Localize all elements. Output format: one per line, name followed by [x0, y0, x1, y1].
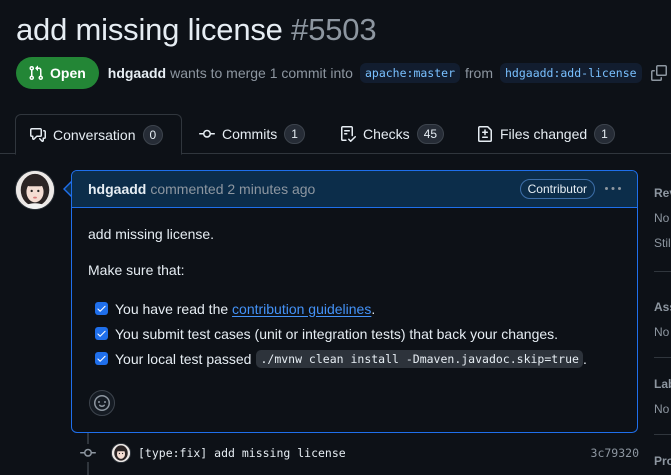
- tab-checks[interactable]: Checks 45: [326, 114, 458, 154]
- sidebar-projects-heading[interactable]: Pro: [654, 454, 671, 468]
- pr-title-text: add missing license: [16, 12, 283, 47]
- task-checkbox[interactable]: [95, 352, 108, 365]
- comment-author-link[interactable]: hdgaadd: [88, 181, 146, 197]
- sidebar-labels-heading[interactable]: Lab: [654, 377, 671, 391]
- contribution-guidelines-link[interactable]: contribution guidelines: [232, 301, 371, 317]
- pr-author-link[interactable]: hdgaadd: [108, 65, 166, 81]
- sidebar-divider: [654, 271, 671, 272]
- task-item: You have read the contribution guideline…: [88, 296, 621, 321]
- tab-commits[interactable]: Commits 1: [185, 114, 319, 154]
- file-diff-icon: [477, 126, 493, 142]
- sidebar-assignees-heading[interactable]: Ass: [654, 300, 671, 314]
- sidebar-divider: [654, 434, 671, 435]
- comment-discussion-icon: [30, 127, 46, 143]
- git-pull-request-icon: [28, 65, 44, 81]
- tab-label: Checks: [363, 126, 410, 142]
- merge-text: wants to merge 1 commit into: [170, 65, 353, 81]
- comment-timestamp[interactable]: commented 2 minutes ago: [150, 181, 315, 197]
- tab-counter: 0: [142, 124, 164, 145]
- tab-conversation[interactable]: Conversation 0: [15, 114, 182, 155]
- tab-counter: 1: [594, 124, 615, 144]
- task-text: Your local test passed: [115, 350, 252, 367]
- commit-message-link[interactable]: [type:fix] add missing license: [138, 446, 346, 460]
- git-commit-icon: [79, 444, 97, 462]
- sidebar-divider: [654, 357, 671, 358]
- commit-sha-link[interactable]: 3c79320: [591, 446, 639, 460]
- comment-make-sure: Make sure that:: [88, 262, 185, 278]
- comment-intro: add missing license.: [88, 226, 215, 242]
- git-commit-icon: [199, 126, 215, 142]
- task-text-end: .: [582, 350, 587, 367]
- comment-header: hdgaadd commented 2 minutes ago Contribu…: [72, 171, 637, 208]
- tab-label: Files changed: [500, 126, 588, 142]
- task-item: Your local test passed ./mvnw clean inst…: [88, 346, 621, 371]
- from-text: from: [465, 65, 493, 81]
- inline-code: ./mvnw clean install -Dmaven.javadoc.ski…: [256, 349, 583, 368]
- add-reaction-button[interactable]: [89, 390, 115, 416]
- tab-label: Conversation: [53, 126, 136, 143]
- sidebar-reviewers-note: Stil: [654, 236, 671, 250]
- sidebar-labels-value: No: [654, 402, 670, 416]
- sidebar-labels: Lab No: [654, 377, 671, 416]
- sidebar-reviewers-value: No: [654, 211, 670, 225]
- contributor-badge: Contributor: [519, 179, 595, 199]
- state-label: Open: [50, 65, 86, 81]
- pr-tabs: Conversation 0 Commits 1 Checks 45 Files…: [0, 114, 671, 155]
- avatar[interactable]: [15, 170, 55, 210]
- kebab-horizontal-icon[interactable]: [605, 181, 621, 197]
- pr-title: add missing license #5503: [16, 12, 377, 48]
- task-text-end: .: [371, 300, 376, 317]
- sidebar-assignees: Ass No: [654, 300, 671, 339]
- sidebar-reviewers-heading[interactable]: Rev: [654, 186, 671, 200]
- head-branch[interactable]: hdgaadd:add-license: [500, 63, 642, 83]
- sidebar-reviewers: Rev No Stil: [654, 186, 671, 250]
- tab-counter: 45: [416, 124, 445, 144]
- pr-description-comment: hdgaadd commented 2 minutes ago Contribu…: [71, 170, 638, 433]
- task-text: You have read the: [115, 300, 229, 317]
- base-branch[interactable]: apache:master: [359, 63, 460, 83]
- copy-icon[interactable]: [650, 65, 667, 81]
- commit-author-avatar[interactable]: [111, 443, 131, 463]
- task-checkbox[interactable]: [95, 302, 108, 315]
- pr-number: #5503: [291, 12, 377, 47]
- tab-files-changed[interactable]: Files changed 1: [463, 114, 629, 154]
- smiley-icon: [94, 395, 110, 411]
- task-text: You submit test cases (unit or integrati…: [115, 325, 559, 342]
- sidebar-assignees-value: No: [654, 325, 670, 339]
- task-checkbox[interactable]: [95, 327, 108, 340]
- state-badge: Open: [16, 57, 99, 89]
- tab-label: Commits: [222, 126, 278, 142]
- task-item: You submit test cases (unit or integrati…: [88, 321, 621, 346]
- pr-meta: Open hdgaadd wants to merge 1 commit int…: [16, 57, 667, 89]
- task-list: You have read the contribution guideline…: [88, 296, 621, 371]
- timeline-commit: [type:fix] add missing license 3c79320: [79, 440, 639, 466]
- comment-body: add missing license. Make sure that: You…: [72, 208, 637, 385]
- sidebar-projects: Pro: [654, 454, 671, 468]
- checklist-icon: [340, 126, 356, 142]
- tab-counter: 1: [284, 124, 305, 144]
